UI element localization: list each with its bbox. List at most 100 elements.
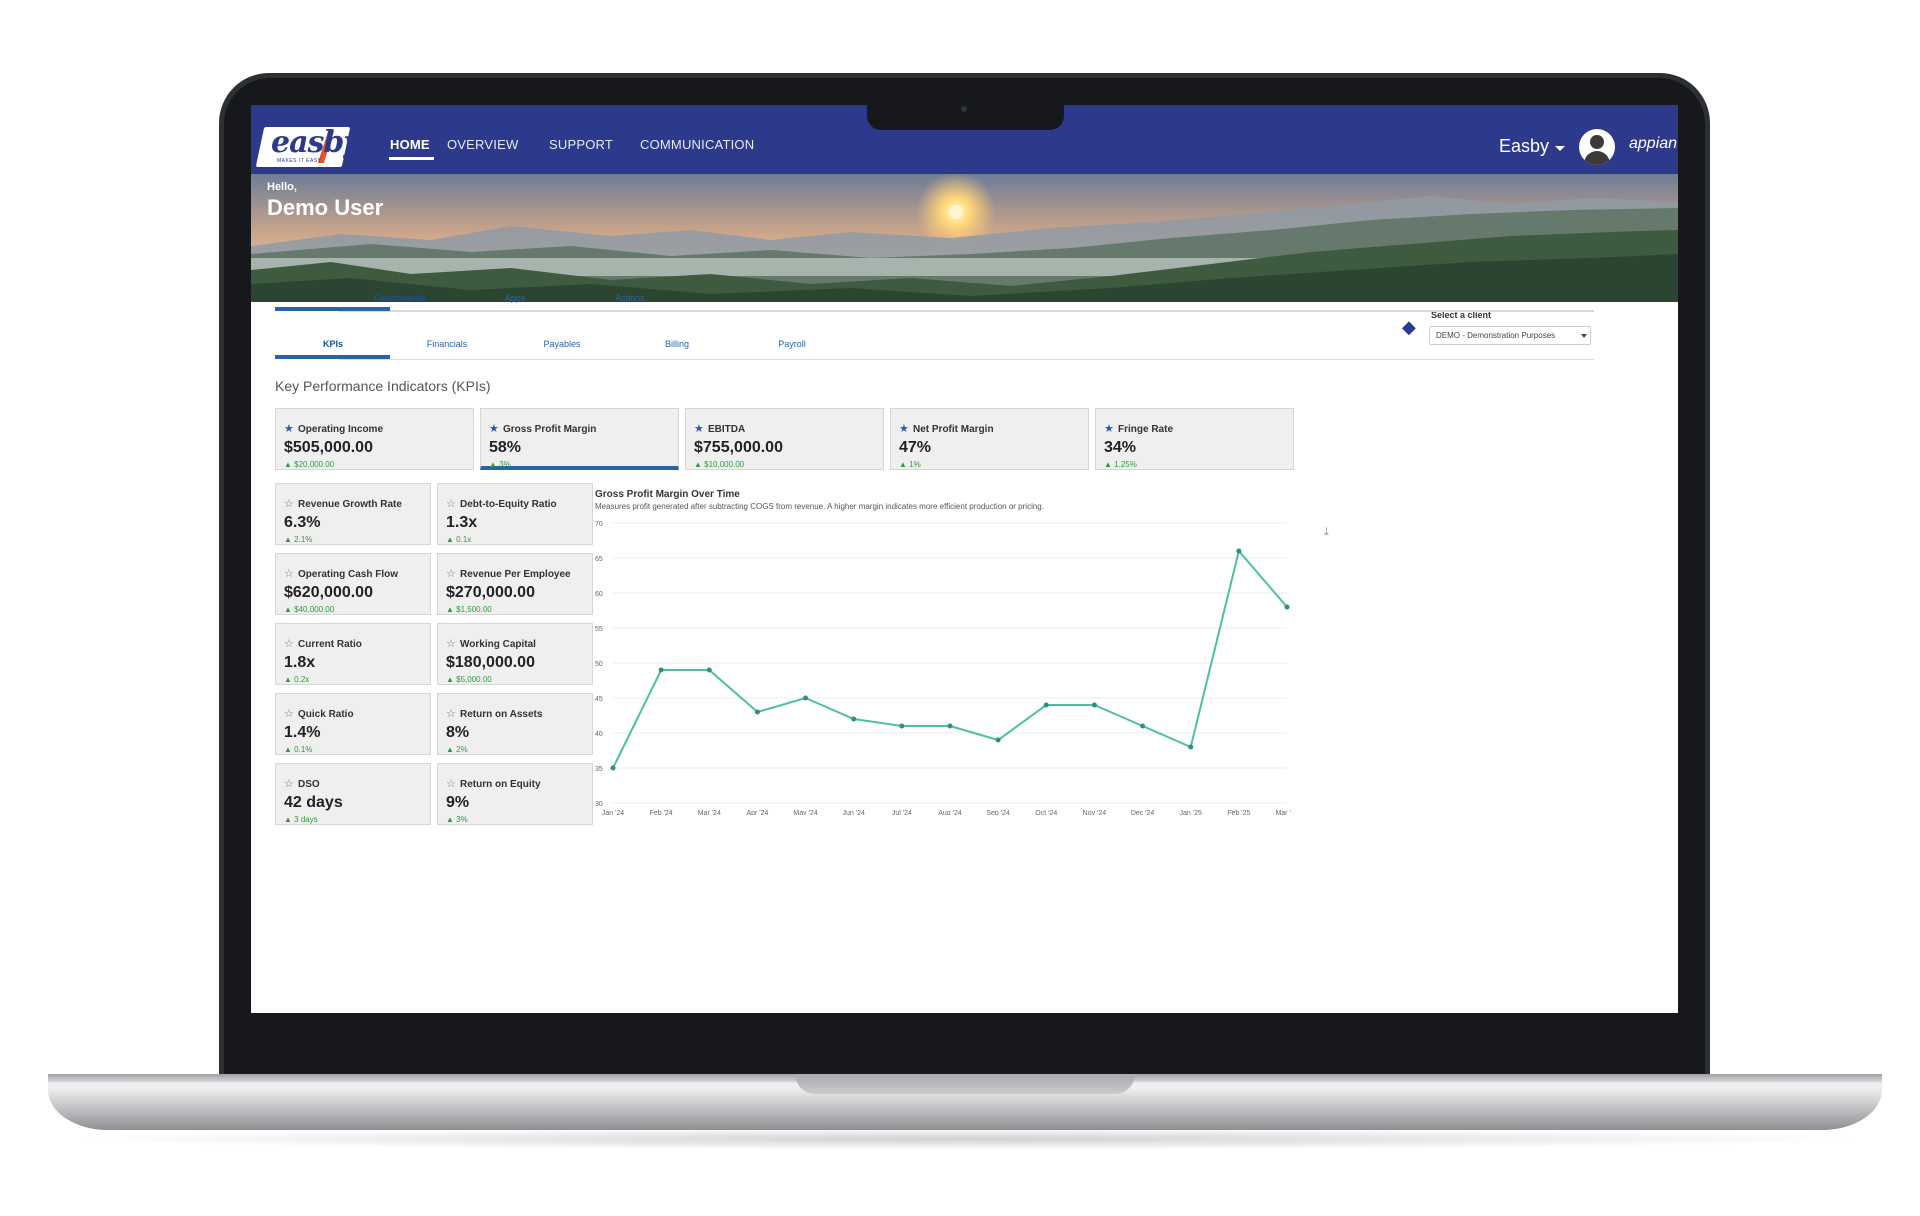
data-point[interactable] xyxy=(1091,702,1097,708)
x-tick-label: Sep '24 xyxy=(986,810,1010,815)
kpi-value: 34% xyxy=(1104,439,1137,456)
kpi-card[interactable]: ★ EBITDA $755,000.00 ▲ $10,000.00 xyxy=(685,408,884,470)
kpi-label: Operating Cash Flow xyxy=(298,569,399,580)
star-icon[interactable]: ☆ xyxy=(446,707,456,720)
tab-active-indicator xyxy=(275,307,390,311)
star-icon[interactable]: ☆ xyxy=(284,707,294,720)
kpi-delta: ▲ $10,000.00 xyxy=(694,460,745,469)
kpi-label: Current Ratio xyxy=(298,639,362,650)
y-tick-label: 65 xyxy=(595,556,603,563)
kpi-delta: ▲ $5,000.00 xyxy=(446,675,492,684)
star-icon[interactable]: ★ xyxy=(284,422,294,435)
mountain-landscape-image xyxy=(251,174,1678,302)
avatar-body xyxy=(1584,151,1610,165)
y-tick-label: 60 xyxy=(595,591,603,598)
data-point[interactable] xyxy=(658,667,664,673)
data-point[interactable] xyxy=(1236,548,1242,554)
data-point[interactable] xyxy=(803,695,809,701)
data-point[interactable] xyxy=(706,667,712,673)
data-point[interactable] xyxy=(1284,604,1290,610)
kpi-card[interactable]: ☆ DSO 42 days ▲ 3 days xyxy=(275,763,431,825)
kpi-card[interactable]: ☆ Debt-to-Equity Ratio 1.3x ▲ 0.1x xyxy=(437,483,593,545)
kpi-card[interactable]: ☆ Working Capital $180,000.00 ▲ $5,000.00 xyxy=(437,623,593,685)
chart-subtitle: Measures profit generated after subtract… xyxy=(595,502,1044,511)
series-line xyxy=(612,548,1288,769)
kpi-label: Quick Ratio xyxy=(298,709,354,720)
data-point[interactable] xyxy=(947,723,953,729)
avatar[interactable] xyxy=(1579,129,1615,165)
data-point[interactable] xyxy=(1043,702,1049,708)
avatar-head xyxy=(1590,135,1604,149)
star-icon[interactable]: ★ xyxy=(899,422,909,435)
user-display-name: Demo User xyxy=(267,195,384,220)
user-menu[interactable]: Easby xyxy=(1499,136,1549,157)
data-point[interactable] xyxy=(899,723,905,729)
kpi-label: Operating Income xyxy=(298,424,384,435)
kpi-card[interactable]: ☆ Quick Ratio 1.4% ▲ 0.1% xyxy=(275,693,431,755)
data-point[interactable] xyxy=(1140,723,1146,729)
client-select[interactable]: DEMO - Demonstration Purposes xyxy=(1429,326,1591,345)
x-tick-label: Jul '24 xyxy=(892,810,912,815)
subtab-payroll[interactable]: Payroll xyxy=(722,339,862,349)
kpi-card[interactable]: ☆ Revenue Per Employee $270,000.00 ▲ $1,500… xyxy=(437,553,593,615)
star-icon[interactable]: ☆ xyxy=(284,497,294,510)
kpi-card[interactable]: ★ Net Profit Margin 47% ▲ 1% xyxy=(890,408,1089,470)
star-icon[interactable]: ☆ xyxy=(446,567,456,580)
camera-icon xyxy=(961,106,967,112)
nav-home[interactable]: HOME xyxy=(390,137,430,152)
kpi-label: Debt-to-Equity Ratio xyxy=(460,499,557,510)
x-tick-label: Mar '25 xyxy=(1275,810,1291,815)
data-point[interactable] xyxy=(995,737,1001,743)
kpi-card[interactable]: ☆ Return on Equity 9% ▲ 3% xyxy=(437,763,593,825)
data-point[interactable] xyxy=(1188,744,1194,750)
star-icon[interactable]: ☆ xyxy=(446,637,456,650)
kpi-value: 6.3% xyxy=(284,514,321,531)
kpi-card[interactable]: ★ Fringe Rate 34% ▲ 1.25% xyxy=(1095,408,1294,470)
y-tick-label: 70 xyxy=(595,521,603,528)
laptop-shadow xyxy=(60,1128,1870,1150)
kpi-card[interactable]: ☆ Revenue Growth Rate 6.3% ▲ 2.1% xyxy=(275,483,431,545)
logo[interactable]: easby xyxy=(271,125,361,160)
kpi-card[interactable]: ☆ Return on Assets 8% ▲ 2% xyxy=(437,693,593,755)
kpi-value: 1.4% xyxy=(284,724,321,741)
kpi-card[interactable]: ★ Gross Profit Margin 58% ▲ 3% xyxy=(480,408,679,470)
nav-active-underline xyxy=(389,157,434,160)
x-tick-label: Mar '24 xyxy=(698,810,721,815)
eraser-icon[interactable]: ◆ xyxy=(1402,317,1416,338)
star-icon[interactable]: ★ xyxy=(694,422,704,435)
kpi-delta: ▲ 0.1x xyxy=(446,535,472,544)
star-icon[interactable]: ☆ xyxy=(284,777,294,790)
nav-communication[interactable]: COMMUNICATION xyxy=(640,137,754,152)
nav-overview[interactable]: OVERVIEW xyxy=(447,137,518,152)
chevron-down-icon xyxy=(1581,334,1587,338)
kpi-value: $270,000.00 xyxy=(446,584,535,601)
kpi-card[interactable]: ☆ Current Ratio 1.8x ▲ 0.2x xyxy=(275,623,431,685)
star-icon[interactable]: ☆ xyxy=(446,777,456,790)
kpi-label: EBITDA xyxy=(708,424,746,435)
star-icon[interactable]: ★ xyxy=(489,422,499,435)
star-icon[interactable]: ☆ xyxy=(446,497,456,510)
data-point[interactable] xyxy=(610,765,616,771)
kpi-delta: ▲ 2% xyxy=(446,745,468,754)
kpi-card[interactable]: ☆ Operating Cash Flow $620,000.00 ▲ $40,000… xyxy=(275,553,431,615)
appian-logo: appian xyxy=(1629,135,1678,152)
x-tick-label: Apr '24 xyxy=(746,810,768,815)
y-tick-label: 50 xyxy=(595,661,603,668)
download-icon[interactable]: ⤓ xyxy=(1324,526,1329,539)
star-icon[interactable]: ★ xyxy=(1104,422,1114,435)
nav-support[interactable]: SUPPORT xyxy=(549,137,613,152)
star-icon[interactable]: ☆ xyxy=(284,637,294,650)
data-point[interactable] xyxy=(851,716,857,722)
kpi-delta: ▲ 2.1% xyxy=(284,535,313,544)
kpi-card[interactable]: ★ Operating Income $505,000.00 ▲ $20,000.00 xyxy=(275,408,474,470)
data-point[interactable] xyxy=(754,709,760,715)
kpi-delta: ▲ $40,000.00 xyxy=(284,605,335,614)
tab-actions[interactable]: Actions xyxy=(560,293,700,303)
kpi-label: Return on Assets xyxy=(460,709,543,720)
app-screen: easby MAKES IT EASY HOME OVERVIEW SUPPOR… xyxy=(251,105,1678,1013)
star-icon[interactable]: ☆ xyxy=(284,567,294,580)
chevron-down-icon[interactable] xyxy=(1555,146,1565,151)
kpi-delta: ▲ 3 days xyxy=(284,815,318,824)
x-tick-label: Feb '24 xyxy=(650,810,673,815)
kpi-value: 1.3x xyxy=(446,514,478,531)
